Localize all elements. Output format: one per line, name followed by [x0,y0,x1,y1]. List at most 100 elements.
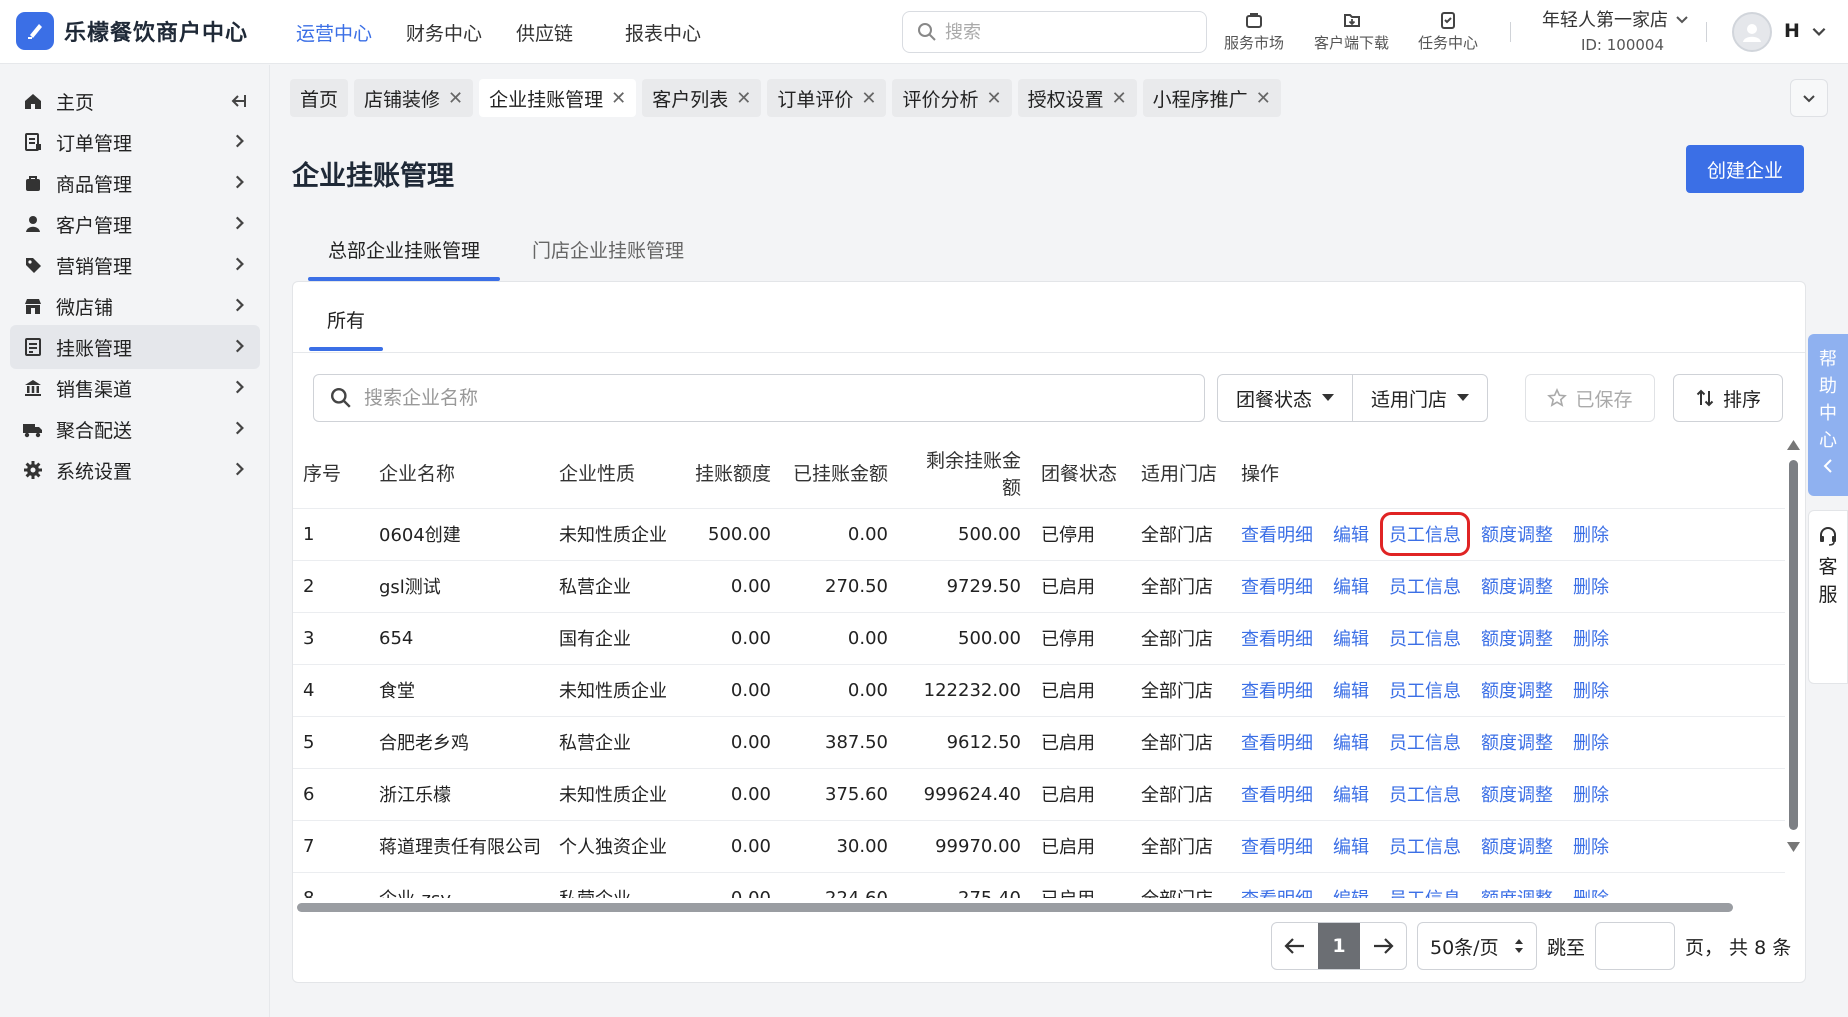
edit-link[interactable]: 编辑 [1333,521,1369,547]
edit-link[interactable]: 编辑 [1333,833,1369,859]
tab-all[interactable]: 所有 [309,298,384,351]
logo[interactable]: 乐檬餐饮商户中心 [16,12,248,50]
nav-operations[interactable]: 运营中心 [296,19,372,46]
sidebar-item-home[interactable]: 主页 [10,79,260,123]
tab-store-ledger[interactable]: 门店企业挂账管理 [512,226,704,281]
employee-info-link[interactable]: 员工信息 [1389,677,1461,703]
nav-finance[interactable]: 财务中心 [406,19,482,46]
tab-customer-list[interactable]: 客户列表 ✕ [642,79,762,117]
employee-info-link[interactable]: 员工信息 [1389,573,1461,599]
task-center-button[interactable]: 任务中心 [1418,8,1478,53]
customer-service-button[interactable]: 客服 [1808,510,1848,684]
global-search[interactable] [902,11,1207,53]
tab-hq-ledger[interactable]: 总部企业挂账管理 [308,226,501,281]
enterprise-search[interactable] [313,374,1205,422]
edit-link[interactable]: 编辑 [1333,677,1369,703]
next-page-button[interactable] [1360,923,1406,969]
global-search-input[interactable] [945,21,1185,43]
close-icon[interactable]: ✕ [448,88,463,109]
saved-button[interactable]: 已保存 [1525,374,1655,422]
enterprise-search-input[interactable] [364,387,1184,409]
sidebar-item-settings[interactable]: 系统设置 [10,448,260,492]
sidebar-item-goods[interactable]: 商品管理 [10,161,260,205]
delete-link[interactable]: 删除 [1573,781,1609,807]
delete-link[interactable]: 删除 [1573,625,1609,651]
vertical-scrollbar[interactable] [1785,438,1801,858]
help-center-button[interactable]: 帮助中心 [1808,334,1848,496]
scrollbar-thumb[interactable] [1789,460,1798,830]
delete-link[interactable]: 删除 [1573,729,1609,755]
avatar[interactable] [1732,12,1772,52]
edit-link[interactable]: 编辑 [1333,625,1369,651]
sidebar-item-marketing[interactable]: 营销管理 [10,243,260,287]
quota-adjust-link[interactable]: 额度调整 [1481,573,1553,599]
store-switcher[interactable]: 年轻人第一家店 ID: 100004 [1542,6,1690,54]
tab-enterprise-ledger[interactable]: 企业挂账管理 ✕ [479,79,637,117]
quota-adjust-link[interactable]: 额度调整 [1481,521,1553,547]
close-icon[interactable]: ✕ [861,88,876,109]
delete-link[interactable]: 删除 [1573,677,1609,703]
edit-link[interactable]: 编辑 [1333,885,1369,898]
page-size-select[interactable]: 50条/页 [1417,922,1537,970]
employee-info-link[interactable]: 员工信息 [1389,885,1461,898]
quota-adjust-link[interactable]: 额度调整 [1481,729,1553,755]
prev-page-button[interactable] [1272,923,1318,969]
nav-reports[interactable]: 报表中心 [625,19,701,46]
edit-link[interactable]: 编辑 [1333,729,1369,755]
sidebar-item-customers[interactable]: 客户管理 [10,202,260,246]
scroll-down-icon[interactable] [1787,842,1800,852]
view-details-link[interactable]: 查看明细 [1241,833,1313,859]
sort-button[interactable]: 排序 [1673,374,1783,422]
close-icon[interactable]: ✕ [1256,88,1271,109]
view-details-link[interactable]: 查看明细 [1241,625,1313,651]
scrollbar-thumb[interactable] [297,903,1733,912]
sidebar-item-micro-shop[interactable]: 微店铺 [10,284,260,328]
employee-info-link[interactable]: 员工信息 [1389,625,1461,651]
sidebar-item-orders[interactable]: 订单管理 [10,120,260,164]
delete-link[interactable]: 删除 [1573,885,1609,898]
delete-link[interactable]: 删除 [1573,833,1609,859]
employee-info-link[interactable]: 员工信息 [1380,512,1470,556]
tab-authorization[interactable]: 授权设置 ✕ [1017,79,1137,117]
sidebar-item-delivery[interactable]: 聚合配送 [10,407,260,451]
service-market-button[interactable]: 服务市场 [1224,8,1284,53]
delete-link[interactable]: 删除 [1573,521,1609,547]
tab-mini-program[interactable]: 小程序推广 ✕ [1142,79,1281,117]
user-initial[interactable]: H [1784,20,1800,42]
edit-link[interactable]: 编辑 [1333,573,1369,599]
quota-adjust-link[interactable]: 额度调整 [1481,625,1553,651]
quota-adjust-link[interactable]: 额度调整 [1481,833,1553,859]
view-details-link[interactable]: 查看明细 [1241,781,1313,807]
close-icon[interactable]: ✕ [1112,88,1127,109]
current-page[interactable]: 1 [1318,923,1360,969]
client-download-button[interactable]: 客户端下载 [1314,8,1389,53]
quota-adjust-link[interactable]: 额度调整 [1481,885,1553,898]
tabs-more-button[interactable] [1790,79,1828,117]
sidebar-item-ledger[interactable]: 挂账管理 [10,325,260,369]
view-details-link[interactable]: 查看明细 [1241,729,1313,755]
view-details-link[interactable]: 查看明细 [1241,885,1313,898]
view-details-link[interactable]: 查看明细 [1241,573,1313,599]
tab-home[interactable]: 首页 [290,79,349,117]
create-enterprise-button[interactable]: 创建企业 [1686,145,1804,193]
edit-link[interactable]: 编辑 [1333,781,1369,807]
sidebar-item-sales-channels[interactable]: 销售渠道 [10,366,260,410]
employee-info-link[interactable]: 员工信息 [1389,781,1461,807]
nav-supply-chain[interactable]: 供应链 [516,19,573,46]
tab-store-decoration[interactable]: 店铺装修 ✕ [354,79,474,117]
quota-adjust-link[interactable]: 额度调整 [1481,677,1553,703]
quota-adjust-link[interactable]: 额度调整 [1481,781,1553,807]
collapse-sidebar-icon[interactable] [228,91,248,115]
stores-dropdown[interactable]: 适用门店 [1352,375,1487,421]
tab-review-analysis[interactable]: 评价分析 ✕ [892,79,1012,117]
tab-order-reviews[interactable]: 订单评价 ✕ [767,79,887,117]
horizontal-scrollbar[interactable] [293,900,1793,914]
group-status-dropdown[interactable]: 团餐状态 [1218,375,1352,421]
chevron-down-icon[interactable] [1810,22,1828,40]
close-icon[interactable]: ✕ [986,88,1001,109]
delete-link[interactable]: 删除 [1573,573,1609,599]
employee-info-link[interactable]: 员工信息 [1389,833,1461,859]
employee-info-link[interactable]: 员工信息 [1389,729,1461,755]
close-icon[interactable]: ✕ [736,88,751,109]
scroll-up-icon[interactable] [1787,440,1800,450]
